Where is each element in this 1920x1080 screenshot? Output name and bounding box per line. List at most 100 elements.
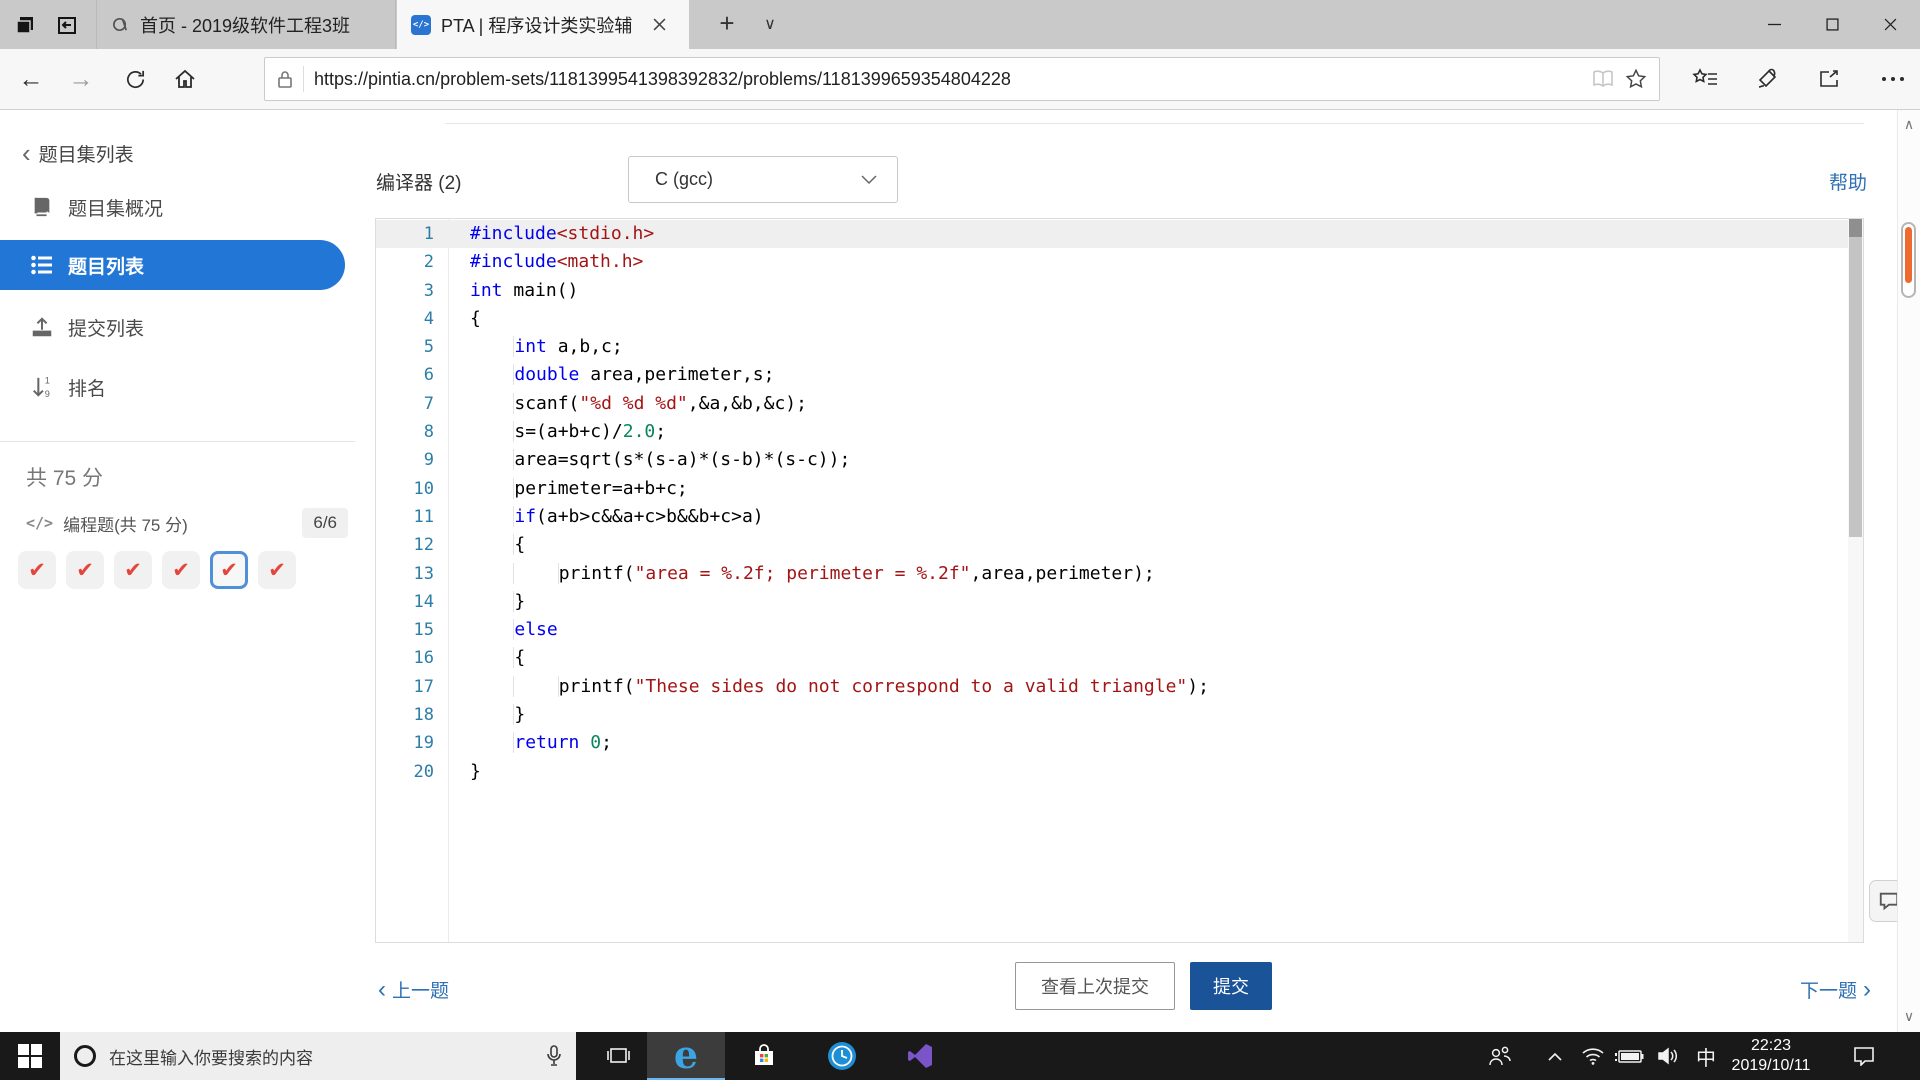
code-line[interactable]: 16 { [376, 644, 1848, 672]
divider [0, 441, 355, 442]
sidebar-item-submissions[interactable]: 提交列表 [0, 308, 355, 346]
taskbar-store-app[interactable] [725, 1032, 803, 1080]
back-icon[interactable]: ← [12, 61, 50, 97]
taskbar-edge-app[interactable]: e [647, 1032, 725, 1080]
problem-tile[interactable]: ✔ [18, 551, 56, 589]
prev-problem-link[interactable]: ‹ 上一题 [378, 976, 449, 1003]
editor-scrollbar-thumb[interactable] [1849, 237, 1862, 537]
code-line[interactable]: 15 else [376, 616, 1848, 644]
volume-icon[interactable] [1652, 1032, 1684, 1080]
code-line[interactable]: 14 } [376, 588, 1848, 616]
code-line[interactable]: 18 } [376, 701, 1848, 729]
scroll-up-icon[interactable]: ∧ [1898, 116, 1920, 133]
sidebar-item-ranking[interactable]: 19 排名 [0, 368, 355, 406]
problem-tile[interactable]: ✔ [258, 551, 296, 589]
window-minimize-button[interactable] [1745, 0, 1803, 49]
add-favorite-star-icon[interactable] [1625, 68, 1647, 90]
code-line[interactable]: 19 return 0; [376, 729, 1848, 757]
code-line[interactable]: 1 #include<stdio.h> [376, 220, 1848, 249]
tabs-youve-set-aside-icon[interactable] [52, 10, 82, 40]
action-center-icon[interactable] [1844, 1032, 1884, 1080]
code-line[interactable]: 8 s=(a+b+c)/2.0; [376, 418, 1848, 446]
line-number: 1 [423, 224, 434, 244]
problem-tiles: ✔ ✔ ✔ ✔ ✔ ✔ [18, 551, 296, 589]
line-number: 13 [413, 563, 434, 584]
problem-tile[interactable]: ✔ [162, 551, 200, 589]
code-line[interactable]: 9 area=sqrt(s*(s-a)*(s-b)*(s-c)); [376, 446, 1848, 474]
code-line[interactable]: 12 { [376, 531, 1848, 559]
reading-view-icon[interactable] [1591, 69, 1615, 89]
task-view-icon[interactable] [594, 1032, 644, 1080]
favorites-hub-icon[interactable] [1686, 61, 1724, 97]
code-line[interactable]: 10 perimeter=a+b+c; [376, 475, 1848, 503]
microphone-icon[interactable] [546, 1044, 562, 1068]
pta-favicon: </> [411, 14, 431, 35]
taskbar-search-box[interactable]: 在这里输入你要搜索的内容 [60, 1032, 576, 1080]
line-number: 15 [413, 620, 434, 641]
sidebar-back-to-problem-sets[interactable]: ‹ 题目集列表 [0, 134, 355, 172]
code-line[interactable]: 20} [376, 758, 1848, 786]
refresh-icon[interactable] [116, 61, 154, 97]
view-last-submission-button[interactable]: 查看上次提交 [1015, 962, 1175, 1010]
submit-button[interactable]: 提交 [1190, 962, 1272, 1010]
wifi-icon[interactable] [1578, 1032, 1608, 1080]
next-problem-link[interactable]: 下一题 › [1800, 976, 1871, 1003]
sidebar-item-overview[interactable]: 题目集概况 [0, 188, 355, 226]
people-icon[interactable] [1484, 1032, 1516, 1080]
tray-clock[interactable]: 22:23 2019/10/11 [1716, 1032, 1826, 1080]
next-problem-label: 下一题 [1800, 981, 1858, 1002]
battery-charging-icon[interactable] [1612, 1032, 1648, 1080]
taskbar-visual-studio-app[interactable] [881, 1032, 959, 1080]
code-lines[interactable]: 1 #include<stdio.h> 2 #include<math.h> 3 int … [376, 220, 1848, 786]
check-icon: ✔ [124, 558, 142, 582]
code-line[interactable]: 3 int main() [376, 277, 1848, 305]
browser-tab-active[interactable]: </> PTA | 程序设计类实验辅 [397, 0, 689, 49]
forward-icon[interactable]: → [62, 61, 100, 97]
code-line[interactable]: 4{ [376, 305, 1848, 333]
window-maximize-button[interactable] [1803, 0, 1861, 49]
address-bar[interactable]: https://pintia.cn/problem-sets/118139954… [264, 57, 1660, 101]
problem-tile[interactable]: ✔ [114, 551, 152, 589]
share-icon[interactable] [1810, 61, 1848, 97]
home-icon[interactable] [166, 61, 204, 97]
editor-scrollbar[interactable] [1848, 219, 1863, 942]
code-line[interactable]: 11 if(a+b>c&&a+c>b&&b+c>a) [376, 503, 1848, 531]
code-line[interactable]: 6 double area,perimeter,s; [376, 361, 1848, 389]
tray-chevron-up-icon[interactable] [1540, 1032, 1570, 1080]
tray-time: 22:23 [1750, 1037, 1792, 1054]
edge-icon: e [673, 1032, 699, 1077]
problem-tile-current[interactable]: ✔ [210, 551, 248, 589]
problem-tile[interactable]: ✔ [66, 551, 104, 589]
tab-title: 首页 - 2019级软件工程3班 - [140, 15, 355, 36]
editor-scrollbar-cap[interactable] [1849, 219, 1862, 237]
code-editor[interactable]: 1 #include<stdio.h> 2 #include<math.h> 3 int … [375, 218, 1864, 943]
sidebar-item-problem-list[interactable]: 题目列表 [0, 240, 345, 290]
code-line[interactable]: 13 printf("area = %.2f; perimeter = %.2f… [376, 560, 1848, 588]
check-icon: ✔ [220, 558, 238, 582]
scrollbar-thumb[interactable] [1901, 222, 1916, 298]
search-placeholder: 在这里输入你要搜索的内容 [109, 1048, 313, 1068]
start-button[interactable] [0, 1032, 60, 1080]
compiler-select[interactable]: C (gcc) [628, 156, 898, 203]
code-line[interactable]: 5 int a,b,c; [376, 333, 1848, 361]
url-text[interactable]: https://pintia.cn/problem-sets/118139954… [314, 69, 1581, 90]
code-line[interactable]: 2 #include<math.h> [376, 248, 1848, 276]
window-scrollbar[interactable]: ∧ ∨ [1897, 110, 1920, 1032]
taskbar-clock-app[interactable] [803, 1032, 881, 1080]
set-tabs-aside-icon[interactable] [10, 10, 40, 40]
browser-tab-inactive[interactable]: 首页 - 2019级软件工程3班 - [96, 0, 396, 49]
web-notes-pen-icon[interactable] [1748, 61, 1786, 97]
prev-problem-label: 上一题 [392, 981, 450, 1002]
window-close-button[interactable] [1861, 0, 1919, 49]
code-line[interactable]: 17 printf("These sides do not correspond… [376, 673, 1848, 701]
line-number: 5 [423, 337, 434, 358]
tab-close-icon[interactable] [653, 18, 675, 31]
code-line[interactable]: 7 scanf("%d %d %d",&a,&b,&c); [376, 390, 1848, 418]
tab-preview-chevron-icon[interactable]: ∨ [752, 0, 788, 49]
more-options-icon[interactable] [1874, 61, 1912, 97]
scroll-down-icon[interactable]: ∨ [1898, 1008, 1920, 1025]
help-link[interactable]: 帮助 [1829, 168, 1867, 195]
svg-text:9: 9 [45, 389, 50, 399]
new-tab-button[interactable]: + [706, 0, 748, 49]
line-number: 19 [413, 733, 434, 754]
